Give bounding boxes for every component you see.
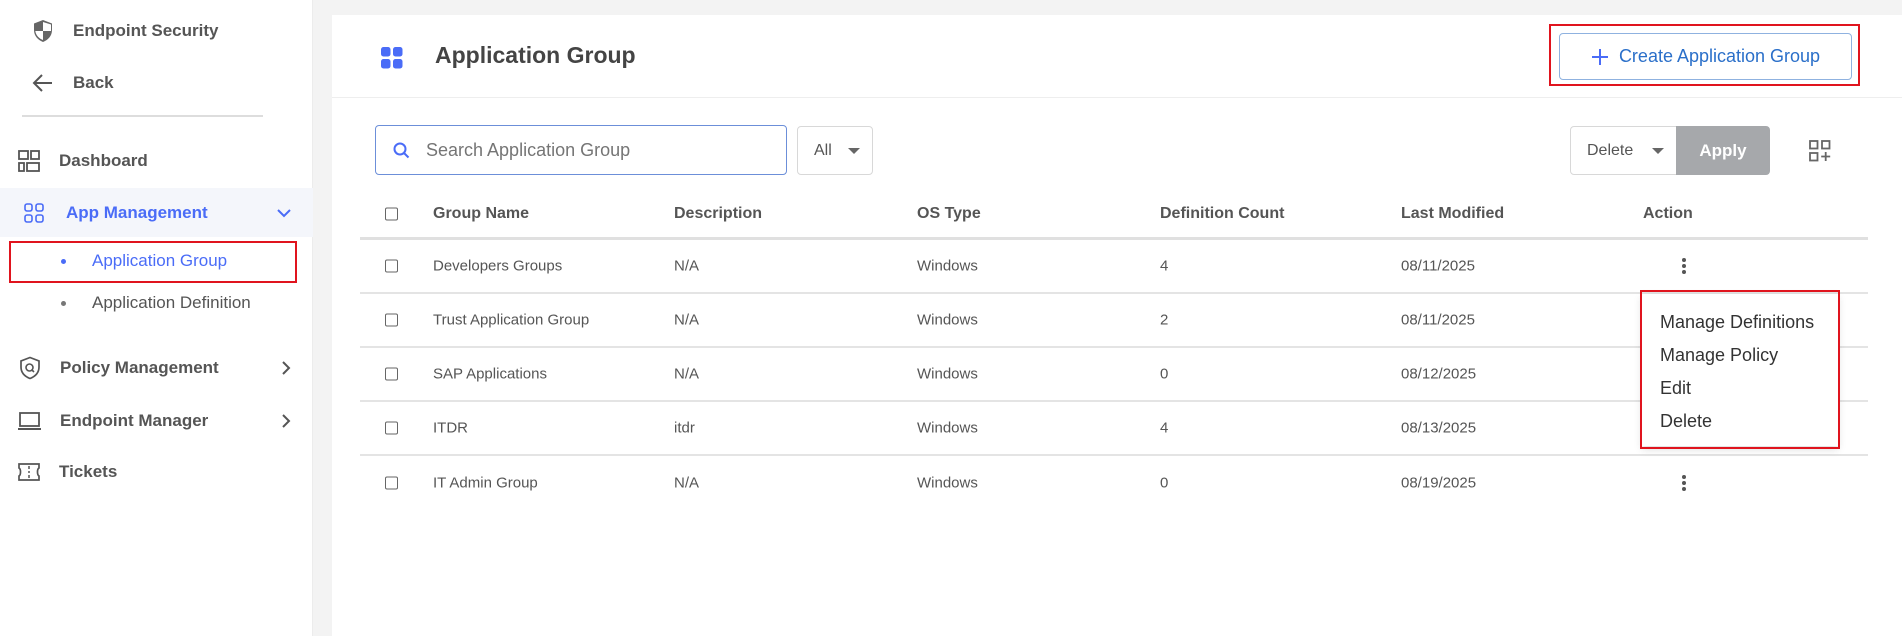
column-header: Last Modified bbox=[1401, 204, 1505, 222]
description: itdr bbox=[674, 419, 695, 437]
sidebar-item-endpoint-manager[interactable]: Endpoint Manager bbox=[0, 407, 313, 435]
page-title: Application Group bbox=[435, 42, 636, 68]
app-title-label: Endpoint Security bbox=[73, 21, 219, 40]
last-modified: 08/12/2025 bbox=[1401, 365, 1477, 383]
app-group-icon bbox=[381, 47, 403, 69]
apply-button[interactable]: Apply bbox=[1676, 126, 1770, 175]
sidebar-subitem-application-definition[interactable]: Application Definition bbox=[0, 290, 313, 316]
group-name: SAP Applications bbox=[433, 365, 547, 383]
sidebar-item-tickets[interactable]: Tickets bbox=[0, 458, 313, 486]
last-modified: 08/11/2025 bbox=[1401, 257, 1475, 275]
row-checkbox[interactable] bbox=[385, 476, 398, 490]
highlight-box bbox=[1640, 290, 1840, 449]
column-header: Action bbox=[1643, 204, 1693, 222]
os-type: Windows bbox=[917, 474, 978, 492]
description: N/A bbox=[674, 474, 700, 492]
os-type: Windows bbox=[917, 365, 978, 383]
filter-value: All bbox=[814, 141, 832, 159]
chevron-down-icon bbox=[277, 208, 291, 217]
sidebar-item-label: Endpoint Manager bbox=[60, 411, 209, 430]
filter-select[interactable]: All bbox=[797, 126, 873, 175]
sidebar-item-label: Dashboard bbox=[59, 151, 148, 170]
description: N/A bbox=[674, 257, 700, 275]
main-card: Application Group Create Application Gro… bbox=[332, 15, 1902, 636]
column-header: Description bbox=[674, 204, 763, 222]
page-header: Application Group Create Application Gro… bbox=[332, 15, 1902, 98]
group-name: IT Admin Group bbox=[433, 474, 538, 492]
bulk-action-select[interactable]: Delete bbox=[1570, 126, 1677, 175]
definition-count: 4 bbox=[1160, 419, 1169, 437]
group-name: Developers Groups bbox=[433, 257, 563, 275]
sidebar-item-label: Policy Management bbox=[60, 358, 219, 377]
caret-down-icon bbox=[1652, 148, 1664, 154]
back-label: Back bbox=[73, 73, 114, 92]
table-header: Group Name Description OS Type Definitio… bbox=[360, 190, 1868, 240]
last-modified: 08/19/2025 bbox=[1401, 474, 1477, 492]
sidebar-item-dashboard[interactable]: Dashboard bbox=[0, 147, 313, 175]
definition-count: 2 bbox=[1160, 311, 1169, 329]
chevron-right-icon bbox=[282, 414, 291, 428]
column-header: Group Name bbox=[433, 204, 530, 222]
back-link[interactable]: Back bbox=[0, 70, 313, 96]
definition-count: 0 bbox=[1160, 474, 1169, 492]
select-all-checkbox[interactable] bbox=[385, 207, 398, 220]
os-type: Windows bbox=[917, 257, 978, 275]
apps-grid-icon bbox=[24, 202, 44, 223]
description: N/A bbox=[674, 365, 700, 383]
group-name: Trust Application Group bbox=[433, 311, 590, 329]
column-header: Definition Count bbox=[1160, 204, 1285, 222]
group-name: ITDR bbox=[433, 419, 468, 437]
sidebar: Endpoint Security Back Dashboard App Man… bbox=[0, 0, 313, 636]
column-settings-icon[interactable] bbox=[1809, 140, 1831, 162]
bulk-action-value: Delete bbox=[1587, 141, 1634, 159]
column-header: OS Type bbox=[917, 204, 981, 222]
search-box[interactable] bbox=[375, 125, 787, 175]
shield-icon bbox=[34, 20, 52, 42]
search-input[interactable] bbox=[426, 139, 756, 161]
os-type: Windows bbox=[917, 311, 978, 329]
sidebar-item-policy-management[interactable]: Policy Management bbox=[0, 354, 313, 382]
sidebar-subitem-label: Application Definition bbox=[92, 293, 251, 312]
sidebar-item-label: App Management bbox=[66, 202, 208, 222]
definition-count: 0 bbox=[1160, 365, 1169, 383]
more-actions-icon[interactable] bbox=[1674, 475, 1694, 491]
last-modified: 08/13/2025 bbox=[1401, 419, 1477, 437]
definition-count: 4 bbox=[1160, 257, 1169, 275]
more-actions-icon[interactable] bbox=[1674, 258, 1694, 274]
laptop-icon bbox=[18, 412, 41, 430]
table-row: IT Admin Group N/A Windows 0 08/19/2025 bbox=[360, 456, 1868, 510]
os-type: Windows bbox=[917, 419, 978, 437]
chevron-right-icon bbox=[282, 361, 291, 375]
highlight-box bbox=[9, 241, 297, 283]
ticket-icon bbox=[18, 463, 40, 481]
caret-down-icon bbox=[848, 148, 860, 154]
row-checkbox[interactable] bbox=[385, 259, 398, 273]
bullet-icon bbox=[61, 300, 66, 306]
shield-search-icon bbox=[20, 356, 40, 380]
sidebar-item-app-management[interactable]: App Management bbox=[0, 188, 313, 237]
highlight-box bbox=[1549, 24, 1860, 86]
search-icon bbox=[393, 142, 410, 158]
row-checkbox[interactable] bbox=[385, 421, 398, 435]
arrow-left-icon bbox=[32, 74, 52, 92]
app-title: Endpoint Security bbox=[0, 18, 313, 44]
description: N/A bbox=[674, 311, 700, 329]
sidebar-divider bbox=[22, 115, 263, 117]
last-modified: 08/11/2025 bbox=[1401, 311, 1475, 329]
row-checkbox[interactable] bbox=[385, 313, 398, 327]
row-checkbox[interactable] bbox=[385, 367, 398, 381]
sidebar-item-label: Tickets bbox=[59, 462, 118, 481]
dashboard-icon bbox=[18, 150, 40, 172]
table-row: Developers Groups N/A Windows 4 08/11/20… bbox=[360, 240, 1868, 294]
